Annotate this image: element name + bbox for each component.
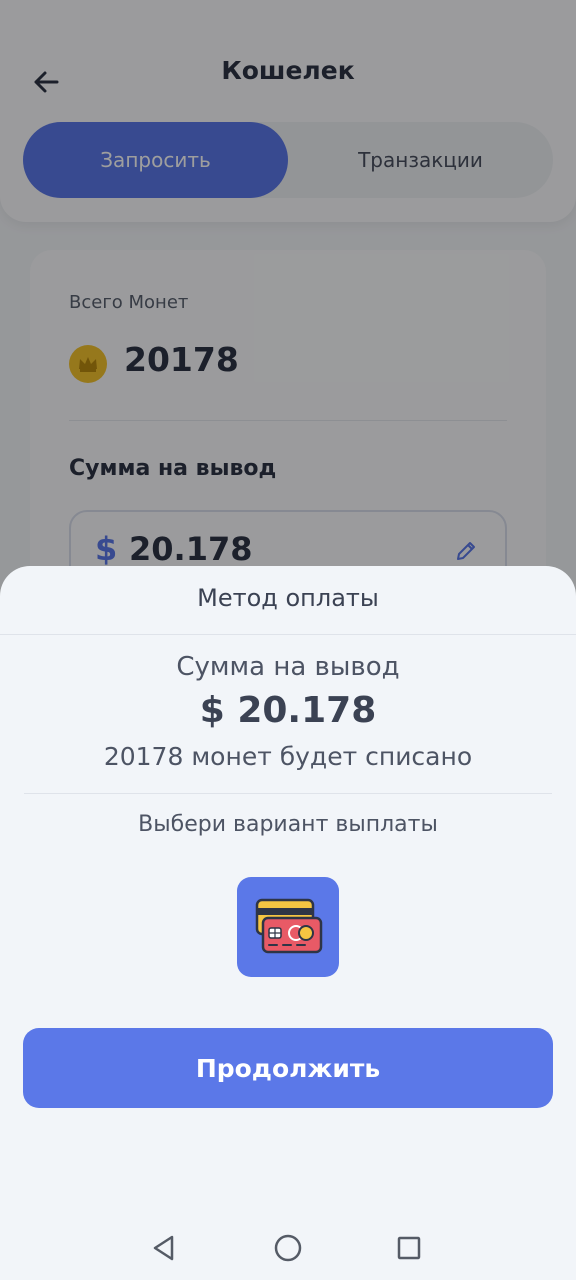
divider [0,634,576,635]
nav-home-button[interactable] [270,1230,306,1266]
square-recent-icon [397,1236,421,1260]
coins-deducted-note: 20178 монет будет списано [103,742,473,771]
payment-method-sheet: Метод оплаты Сумма на вывод $ 20.178 201… [0,566,576,1280]
continue-button[interactable]: Продолжить [23,1028,553,1108]
payout-option-card[interactable] [237,877,339,977]
withdraw-sum-value: $ 20.178 [199,690,377,731]
credit-cards-icon [255,898,323,954]
triangle-back-icon [153,1235,174,1261]
system-nav-bar [0,1216,576,1280]
choose-payout-label: Выбери вариант выплаты [138,812,438,837]
nav-back-button[interactable] [146,1230,182,1266]
nav-recent-button[interactable] [391,1230,427,1266]
withdraw-sum-label: Сумма на вывод [176,652,400,682]
sheet-title: Метод оплаты [197,584,379,612]
divider [24,793,552,794]
circle-home-icon [274,1234,302,1262]
